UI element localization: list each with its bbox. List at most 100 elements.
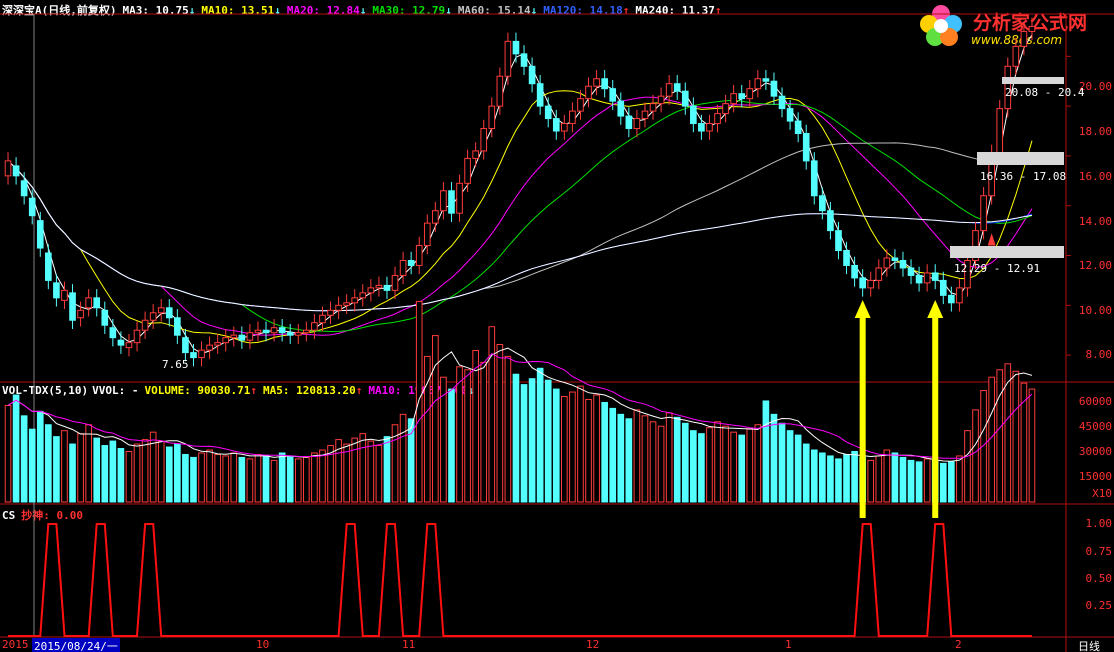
- candle-body: [544, 105, 552, 120]
- volume-bar: [657, 425, 665, 503]
- volume-bar: [641, 415, 649, 503]
- volume-bar: [165, 446, 173, 503]
- candle-body: [496, 75, 504, 107]
- candle-body: [569, 110, 576, 125]
- volume-bar: [319, 449, 326, 503]
- candle-body: [294, 332, 302, 336]
- volume-bar: [561, 396, 568, 503]
- candle-body: [327, 309, 334, 316]
- volume-bar: [577, 385, 584, 503]
- candle-body: [770, 80, 778, 97]
- volume-bar: [972, 409, 979, 503]
- candle-body: [77, 309, 84, 319]
- volume-bar: [343, 443, 350, 503]
- candle-body: [85, 297, 92, 309]
- volume-bar: [77, 433, 84, 503]
- candle-body: [375, 284, 383, 289]
- candle-body: [948, 294, 955, 304]
- candle-body: [714, 113, 721, 125]
- volume-bar: [367, 440, 375, 503]
- volume-bar: [778, 422, 786, 503]
- volume-bar: [536, 367, 544, 503]
- candle-body: [883, 257, 891, 269]
- stock-chart-window: { "header": { "stock_name": "深深宝A", "per…: [0, 0, 1114, 652]
- candle-body: [794, 120, 802, 135]
- cs-tick-label: 1.00: [1085, 517, 1113, 530]
- volume-bar: [714, 421, 721, 503]
- volume-bar: [182, 453, 189, 503]
- candle-body: [552, 118, 560, 132]
- volume-bar: [254, 453, 262, 503]
- candle-body: [407, 259, 415, 266]
- volume-bar: [174, 443, 181, 503]
- chart-canvas[interactable]: [0, 0, 1114, 652]
- volume-bar: [456, 366, 463, 503]
- candle-body: [681, 90, 689, 107]
- candle-body: [45, 252, 52, 281]
- volume-bar: [681, 422, 689, 503]
- price-tick-label: 12.00: [1078, 259, 1112, 272]
- candle-body: [754, 78, 762, 90]
- candle-body: [746, 88, 754, 100]
- volume-bar: [827, 455, 834, 503]
- volume-bar: [157, 440, 165, 503]
- candle-body: [198, 349, 205, 359]
- volume-bar: [996, 369, 1004, 503]
- volume-bar: [101, 445, 109, 503]
- candle-body: [577, 98, 584, 112]
- candle-body: [625, 115, 633, 130]
- low-price-label: 7.65: [162, 358, 189, 371]
- volume-bar: [238, 456, 246, 503]
- volume-bar: [851, 450, 858, 503]
- volume-unit-label: X10: [1092, 487, 1112, 500]
- volume-bar: [939, 462, 947, 503]
- candle-body: [109, 327, 117, 339]
- volume-bar: [504, 355, 512, 503]
- volume-bar: [464, 369, 471, 503]
- candle-body: [214, 342, 221, 346]
- candle-body: [174, 317, 181, 336]
- candle-body: [335, 304, 342, 311]
- candle-body: [931, 272, 939, 281]
- volume-bar: [609, 407, 617, 503]
- volume-bar: [198, 452, 205, 503]
- candle-body: [117, 339, 125, 346]
- volume-bar: [190, 456, 197, 503]
- volume-bar: [520, 384, 528, 503]
- cs-tick-label: 0.25: [1085, 599, 1113, 612]
- time-start-label: 2015: [2, 638, 29, 651]
- buy-arrow-shaft: [859, 318, 866, 518]
- candle-body: [690, 105, 697, 125]
- volume-bar: [593, 394, 600, 503]
- volume-bar: [1004, 363, 1012, 503]
- cs-tick-label: 0.50: [1085, 572, 1113, 585]
- volume-bar: [53, 436, 60, 503]
- volume-bar: [544, 379, 552, 503]
- volume-bar: [923, 458, 931, 503]
- candle-body: [391, 274, 399, 291]
- volume-bar: [496, 344, 504, 503]
- volume-bar: [61, 430, 68, 503]
- candle-body: [311, 322, 318, 331]
- candle-body: [488, 105, 496, 130]
- month-tick-2: 2: [955, 638, 962, 651]
- candle-body: [980, 195, 987, 232]
- candle-body: [319, 314, 326, 324]
- candle-body: [20, 180, 28, 197]
- period-tab[interactable]: 日线: [1078, 638, 1100, 652]
- ma30-line: [7, 99, 1033, 333]
- candle-body: [69, 292, 76, 321]
- candle-body: [504, 40, 512, 77]
- candle-body: [423, 222, 431, 247]
- volume-tick-label: 45000: [1078, 420, 1112, 433]
- candle-body: [254, 329, 262, 334]
- buy-arrow-shaft: [932, 318, 939, 518]
- candle-body: [246, 332, 254, 341]
- buy-arrow-head: [854, 300, 871, 318]
- volume-bar: [383, 436, 391, 503]
- volume-bar: [883, 449, 891, 503]
- volume-bar: [286, 455, 294, 503]
- volume-bar: [375, 445, 383, 503]
- price-band: [950, 246, 1064, 258]
- volume-bar: [810, 449, 818, 503]
